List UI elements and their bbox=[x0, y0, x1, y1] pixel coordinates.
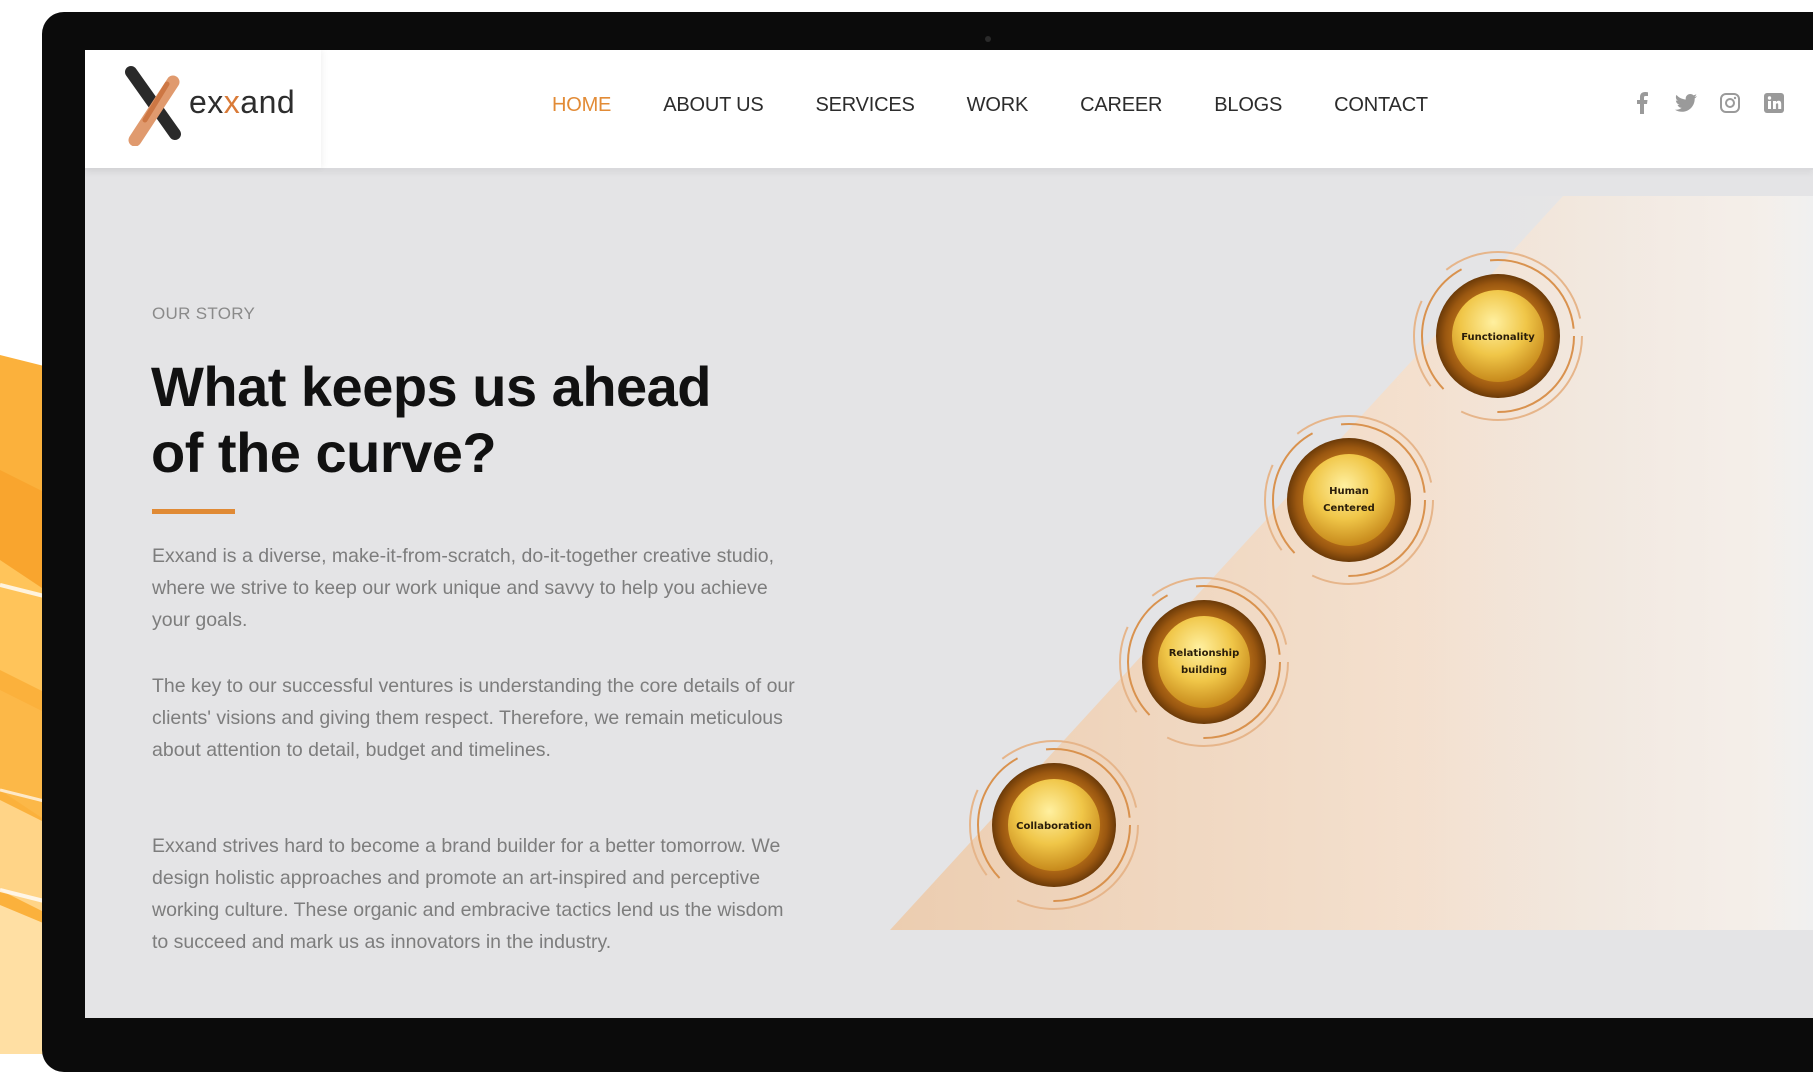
node-label-functionality: Functionality bbox=[1461, 332, 1535, 343]
logo-x-icon bbox=[125, 66, 181, 146]
webcam-dot bbox=[985, 36, 991, 42]
accent-divider bbox=[152, 509, 235, 514]
section-eyebrow: OUR STORY bbox=[152, 304, 256, 323]
nav-home[interactable]: HOME bbox=[552, 94, 611, 117]
headline-line-2: of the curve? bbox=[151, 421, 497, 484]
node-label-human: Human bbox=[1329, 486, 1369, 497]
node-label-collaboration: Collaboration bbox=[1016, 821, 1092, 832]
story-paragraph-2: The key to our successful ventures is un… bbox=[152, 675, 795, 761]
node-label-centered: Centered bbox=[1323, 503, 1375, 514]
logo-wordmark: exxand bbox=[189, 84, 295, 121]
nav-about-us[interactable]: ABOUT US bbox=[663, 94, 763, 117]
main-nav: HOME ABOUT US SERVICES WORK CAREER BLOGS… bbox=[552, 94, 1480, 117]
logo-text-post: and bbox=[240, 84, 296, 120]
website-screen: Collaboration Relationship building Huma… bbox=[85, 50, 1813, 1018]
nav-services[interactable]: SERVICES bbox=[815, 94, 914, 117]
story-paragraph-3: Exxand strives hard to become a brand bu… bbox=[152, 835, 784, 953]
node-label-relationship: Relationship bbox=[1169, 648, 1240, 659]
section-headline: What keeps us ahead of the curve? bbox=[151, 354, 771, 486]
nav-blogs[interactable]: BLOGS bbox=[1214, 94, 1282, 117]
logo[interactable]: exxand bbox=[85, 50, 321, 168]
nav-contact[interactable]: CONTACT bbox=[1334, 94, 1428, 117]
instagram-icon[interactable] bbox=[1719, 90, 1741, 116]
logo-text-accent: x bbox=[223, 84, 241, 120]
twitter-icon[interactable] bbox=[1675, 90, 1697, 116]
nav-work[interactable]: WORK bbox=[967, 94, 1029, 117]
social-links bbox=[1631, 90, 1785, 116]
logo-text-pre: ex bbox=[189, 84, 224, 120]
headline-line-1: What keeps us ahead bbox=[151, 355, 712, 418]
linkedin-icon[interactable] bbox=[1763, 90, 1785, 116]
node-label-building: building bbox=[1181, 665, 1227, 676]
nav-career[interactable]: CAREER bbox=[1080, 94, 1162, 117]
site-header: exxand HOME ABOUT US SERVICES WORK CAREE… bbox=[85, 50, 1813, 170]
facebook-icon[interactable] bbox=[1631, 90, 1653, 116]
story-paragraph-1: Exxand is a diverse, make-it-from-scratc… bbox=[152, 545, 775, 631]
